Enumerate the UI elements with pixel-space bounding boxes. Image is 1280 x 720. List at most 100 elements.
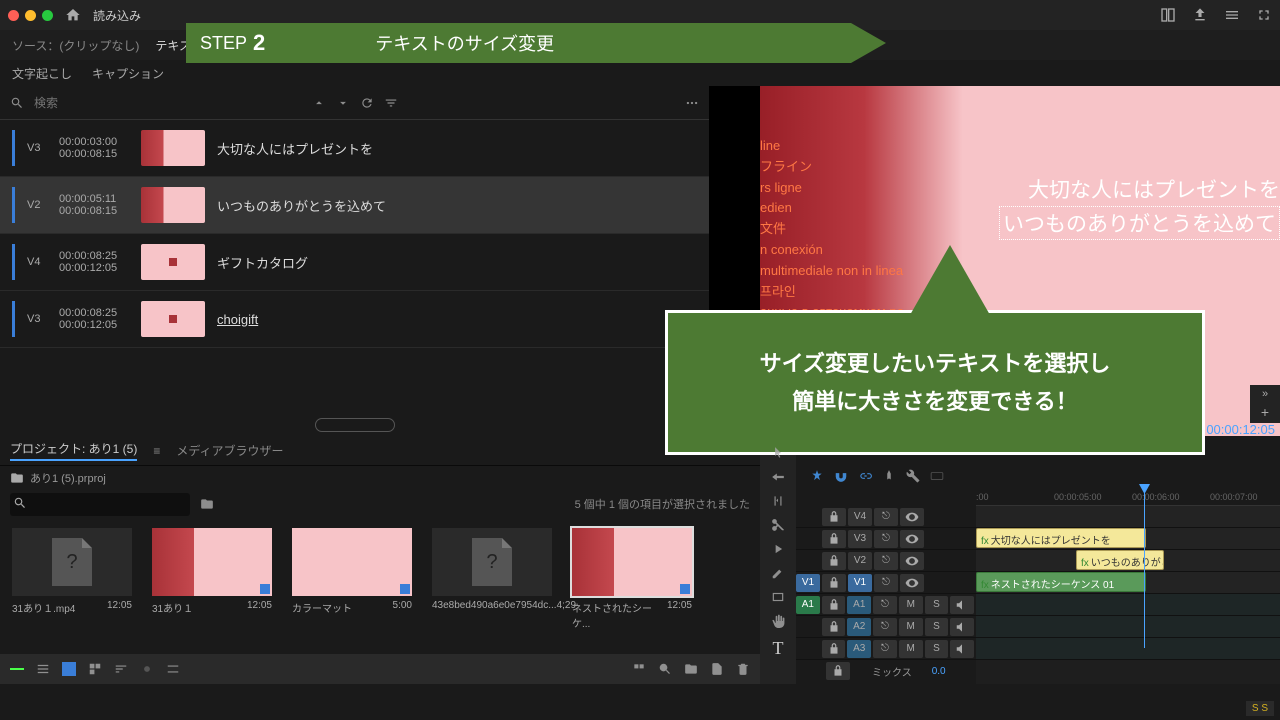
- freeform-view-icon[interactable]: [88, 662, 102, 676]
- track-select-icon[interactable]: [771, 470, 785, 484]
- mix-value[interactable]: 0.0: [932, 666, 946, 677]
- maximize-window-icon[interactable]: [42, 10, 53, 21]
- sync-lock-icon[interactable]: ⎋: [874, 552, 898, 570]
- trash-icon[interactable]: [736, 662, 750, 676]
- source-a1-button[interactable]: A1: [796, 596, 820, 614]
- media-browser-tab[interactable]: メディアブラウザー: [176, 442, 283, 459]
- timeline-clip[interactable]: fxいつものありがとう: [1076, 550, 1164, 570]
- caption-search-input[interactable]: [34, 96, 302, 110]
- solo-button[interactable]: S: [925, 618, 949, 636]
- list-view-icon[interactable]: [36, 662, 50, 676]
- playhead[interactable]: [1144, 488, 1145, 648]
- caption-row[interactable]: V4 00:00:08:2500:00:12:05 ギフトカタログ: [0, 234, 709, 291]
- sync-lock-icon[interactable]: ⎋: [874, 530, 898, 548]
- toggle-output-icon[interactable]: [900, 574, 924, 592]
- track-target-button[interactable]: V3: [848, 530, 872, 548]
- fullscreen-icon[interactable]: [1256, 7, 1272, 23]
- add-panel-icon[interactable]: +: [1261, 404, 1269, 420]
- timeline-clip[interactable]: fxネストされたシーケンス 01: [976, 572, 1146, 592]
- audio-track-header[interactable]: A1A1⎋MS: [796, 594, 976, 616]
- caption-text[interactable]: ギフトカタログ: [217, 253, 308, 272]
- bin-item[interactable]: カラーマット5:00: [292, 528, 412, 615]
- lock-track-icon[interactable]: [822, 530, 846, 548]
- rectangle-tool-icon[interactable]: [771, 590, 785, 604]
- sort-icon[interactable]: [114, 662, 128, 676]
- slip-tool-icon[interactable]: [771, 542, 785, 556]
- track-target-button[interactable]: A3: [847, 640, 871, 658]
- menu-icon[interactable]: [1224, 7, 1240, 23]
- razor-tool-icon[interactable]: [771, 518, 785, 532]
- voiceover-icon[interactable]: [950, 596, 974, 614]
- video-track-header[interactable]: V3⎋: [796, 528, 976, 550]
- type-tool-icon[interactable]: T: [773, 638, 784, 659]
- minimize-window-icon[interactable]: [25, 10, 36, 21]
- bin-item[interactable]: ?43e8bed490a6e0e7954dc...4;29: [432, 528, 552, 611]
- audio-track-header[interactable]: A3⎋MS: [796, 638, 976, 660]
- lock-track-icon[interactable]: [822, 574, 846, 592]
- ripple-edit-icon[interactable]: [771, 494, 785, 508]
- view-toggle-icon[interactable]: [632, 662, 646, 676]
- caption-text[interactable]: choigift: [217, 312, 258, 327]
- lock-track-icon[interactable]: [826, 662, 850, 680]
- home-icon[interactable]: [65, 7, 81, 23]
- audio-track-header[interactable]: A2⎋MS: [796, 616, 976, 638]
- toggle-output-icon[interactable]: [900, 508, 924, 526]
- mute-button[interactable]: M: [899, 618, 923, 636]
- mute-button[interactable]: M: [899, 640, 923, 658]
- sync-lock-icon[interactable]: ⎋: [873, 596, 897, 614]
- icon-view-icon[interactable]: [62, 662, 76, 676]
- bin-item[interactable]: ネストされたシーケ...12:05: [572, 528, 692, 630]
- import-menu[interactable]: 読み込み: [93, 7, 141, 24]
- transcribe-tab[interactable]: 文字起こし: [12, 65, 72, 82]
- voiceover-icon[interactable]: [950, 640, 974, 658]
- expand-panel-icon[interactable]: »: [1262, 388, 1268, 400]
- project-tab[interactable]: プロジェクト: あり1 (5): [10, 440, 137, 461]
- project-search-input[interactable]: [10, 493, 190, 516]
- track-content[interactable]: :0000:00:05:0000:00:06:0000:00:07:00 fx大…: [976, 488, 1280, 684]
- caption-row[interactable]: V3 00:00:03:0000:00:08:15 大切な人にはプレゼントを: [0, 120, 709, 177]
- track-target-button[interactable]: A2: [847, 618, 871, 636]
- chevron-up-icon[interactable]: [312, 96, 326, 110]
- lock-track-icon[interactable]: [822, 596, 846, 614]
- selection-tool-icon[interactable]: [771, 446, 785, 460]
- snap-icon[interactable]: [810, 469, 824, 483]
- new-bin-icon[interactable]: [200, 497, 214, 511]
- scroll-handle[interactable]: [0, 414, 709, 436]
- search-icon[interactable]: [10, 96, 24, 110]
- pen-tool-icon[interactable]: [771, 566, 785, 580]
- caption-row[interactable]: V3 00:00:08:2500:00:12:05 choigift: [0, 291, 709, 348]
- track-target-button[interactable]: V2: [848, 552, 872, 570]
- hand-tool-icon[interactable]: [771, 614, 785, 628]
- marker-icon[interactable]: [882, 469, 896, 483]
- new-item-icon[interactable]: [710, 662, 724, 676]
- solo-button[interactable]: S: [925, 640, 949, 658]
- toggle-output-icon[interactable]: [900, 552, 924, 570]
- source-v1-button[interactable]: V1: [796, 574, 820, 592]
- filter-icon[interactable]: [384, 96, 398, 110]
- magnet-icon[interactable]: [834, 469, 848, 483]
- more-icon[interactable]: [685, 96, 699, 110]
- find-icon[interactable]: [658, 662, 672, 676]
- solo-button[interactable]: S: [925, 596, 949, 614]
- bin-item[interactable]: 31あり１12:05: [152, 528, 272, 615]
- lock-track-icon[interactable]: [822, 618, 846, 636]
- link-icon[interactable]: [858, 469, 872, 483]
- sync-lock-icon[interactable]: ⎋: [873, 640, 897, 658]
- timeline-ruler[interactable]: :0000:00:05:0000:00:06:0000:00:07:00: [976, 488, 1280, 506]
- track-target-button[interactable]: V4: [848, 508, 872, 526]
- mix-track-row[interactable]: ミックス0.0: [796, 660, 976, 682]
- lock-track-icon[interactable]: [822, 552, 846, 570]
- new-folder-icon[interactable]: [684, 662, 698, 676]
- sync-lock-icon[interactable]: ⎋: [874, 508, 898, 526]
- video-track-header[interactable]: V2⎋: [796, 550, 976, 572]
- program-text-line2-selected[interactable]: いつものありがとうを込めて: [999, 206, 1280, 240]
- caption-tab[interactable]: キャプション: [92, 65, 164, 82]
- slider-handle-icon[interactable]: [140, 662, 154, 676]
- toggle-output-icon[interactable]: [900, 530, 924, 548]
- mute-button[interactable]: M: [899, 596, 923, 614]
- auto-icon[interactable]: [166, 662, 180, 676]
- timeline-clip[interactable]: fx大切な人にはプレゼントを: [976, 528, 1146, 548]
- cc-icon[interactable]: [930, 469, 944, 483]
- caption-text[interactable]: いつものありがとうを込めて: [217, 196, 386, 215]
- close-window-icon[interactable]: [8, 10, 19, 21]
